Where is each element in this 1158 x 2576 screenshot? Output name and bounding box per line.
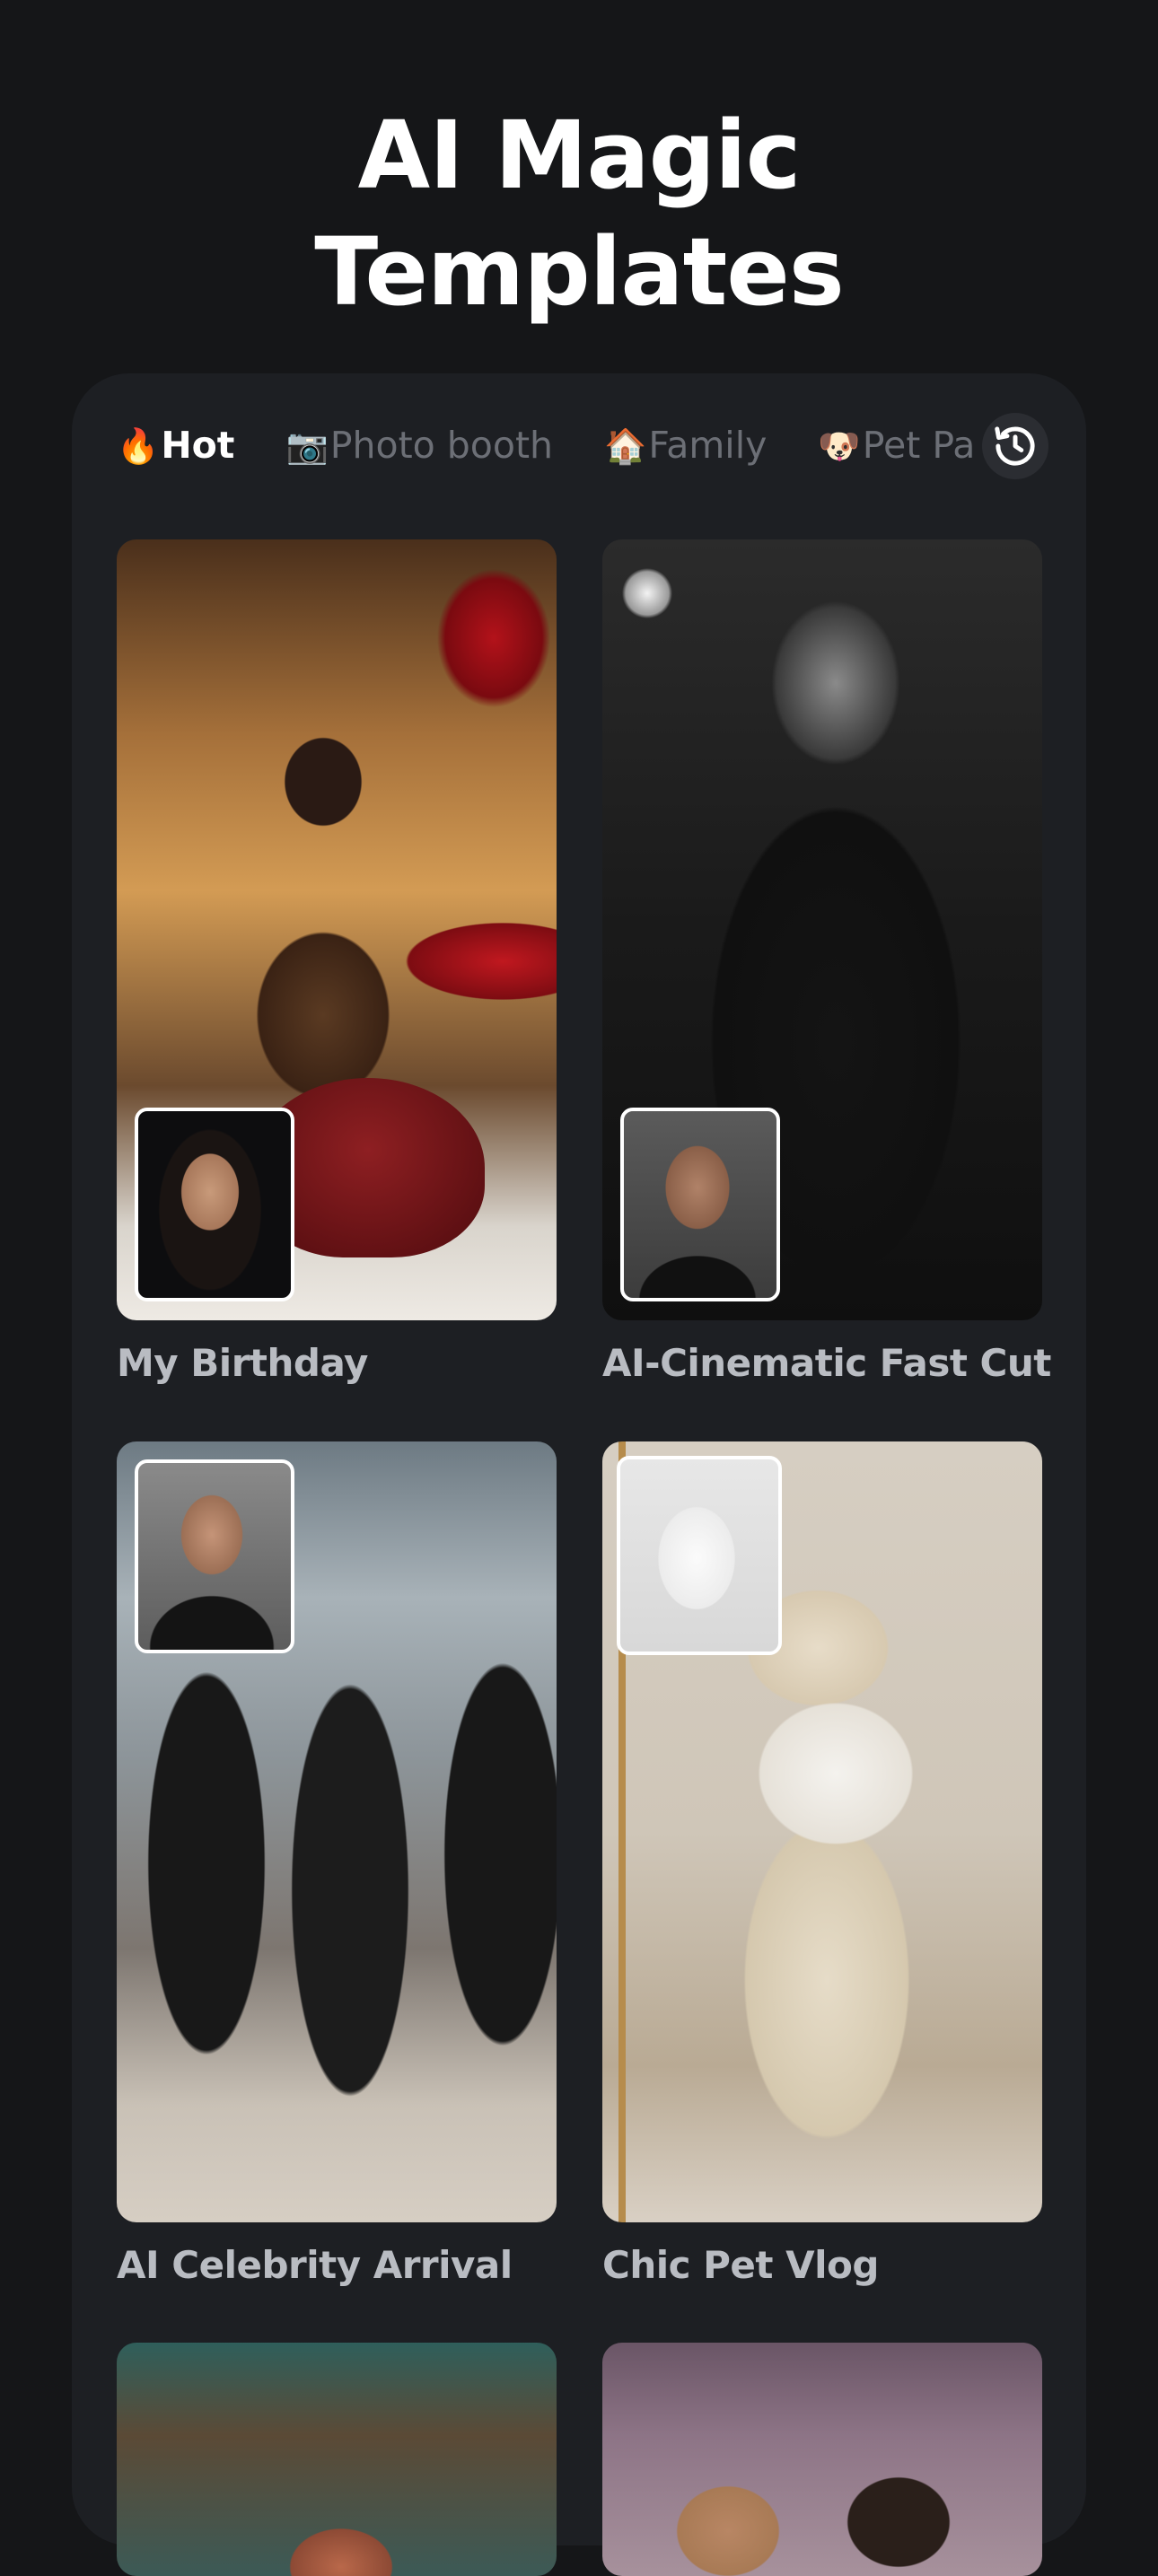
tab-family[interactable]: 🏠Family	[604, 411, 767, 479]
history-button[interactable]	[982, 413, 1048, 479]
title-line-2: Templates	[314, 217, 844, 327]
template-label: AI-Cinematic Fast Cut	[602, 1341, 1051, 1385]
pet-thumbnail	[617, 1456, 782, 1655]
title-line-1: AI Magic	[357, 101, 802, 210]
camera-icon: 📷	[285, 426, 329, 466]
dog-icon: 🐶	[818, 426, 861, 466]
template-label: My Birthday	[117, 1341, 368, 1385]
template-card-partial[interactable]	[117, 2343, 557, 2576]
face-thumbnail	[135, 1108, 294, 1301]
tab-pet[interactable]: 🐶Pet Pa	[818, 411, 975, 479]
tab-label: Hot	[161, 424, 235, 467]
tab-label: Family	[648, 424, 768, 467]
tab-label: Photo booth	[329, 424, 554, 467]
tab-label: Pet Pa	[862, 424, 976, 467]
face-thumbnail	[135, 1459, 294, 1653]
template-label: AI Celebrity Arrival	[117, 2243, 513, 2287]
face-thumbnail	[620, 1108, 780, 1301]
template-card-birthday[interactable]	[117, 539, 557, 1320]
template-label: Chic Pet Vlog	[602, 2243, 879, 2287]
template-card-celebrity[interactable]	[117, 1441, 557, 2222]
template-card-cinematic[interactable]	[602, 539, 1042, 1320]
tab-photo-booth[interactable]: 📷Photo booth	[285, 411, 553, 479]
house-icon: 🏠	[604, 426, 647, 466]
history-clock-icon	[995, 426, 1035, 466]
category-tabs: 🔥Hot 📷Photo booth 🏠Family 🐶Pet Pa	[117, 411, 1041, 479]
template-card-pet[interactable]	[602, 1441, 1042, 2222]
fire-icon: 🔥	[117, 426, 160, 466]
page-title: AI Magic Templates	[0, 97, 1158, 330]
tab-hot[interactable]: 🔥Hot	[117, 411, 234, 479]
template-card-partial[interactable]	[602, 2343, 1042, 2576]
card-preview-figure	[215, 719, 422, 1132]
